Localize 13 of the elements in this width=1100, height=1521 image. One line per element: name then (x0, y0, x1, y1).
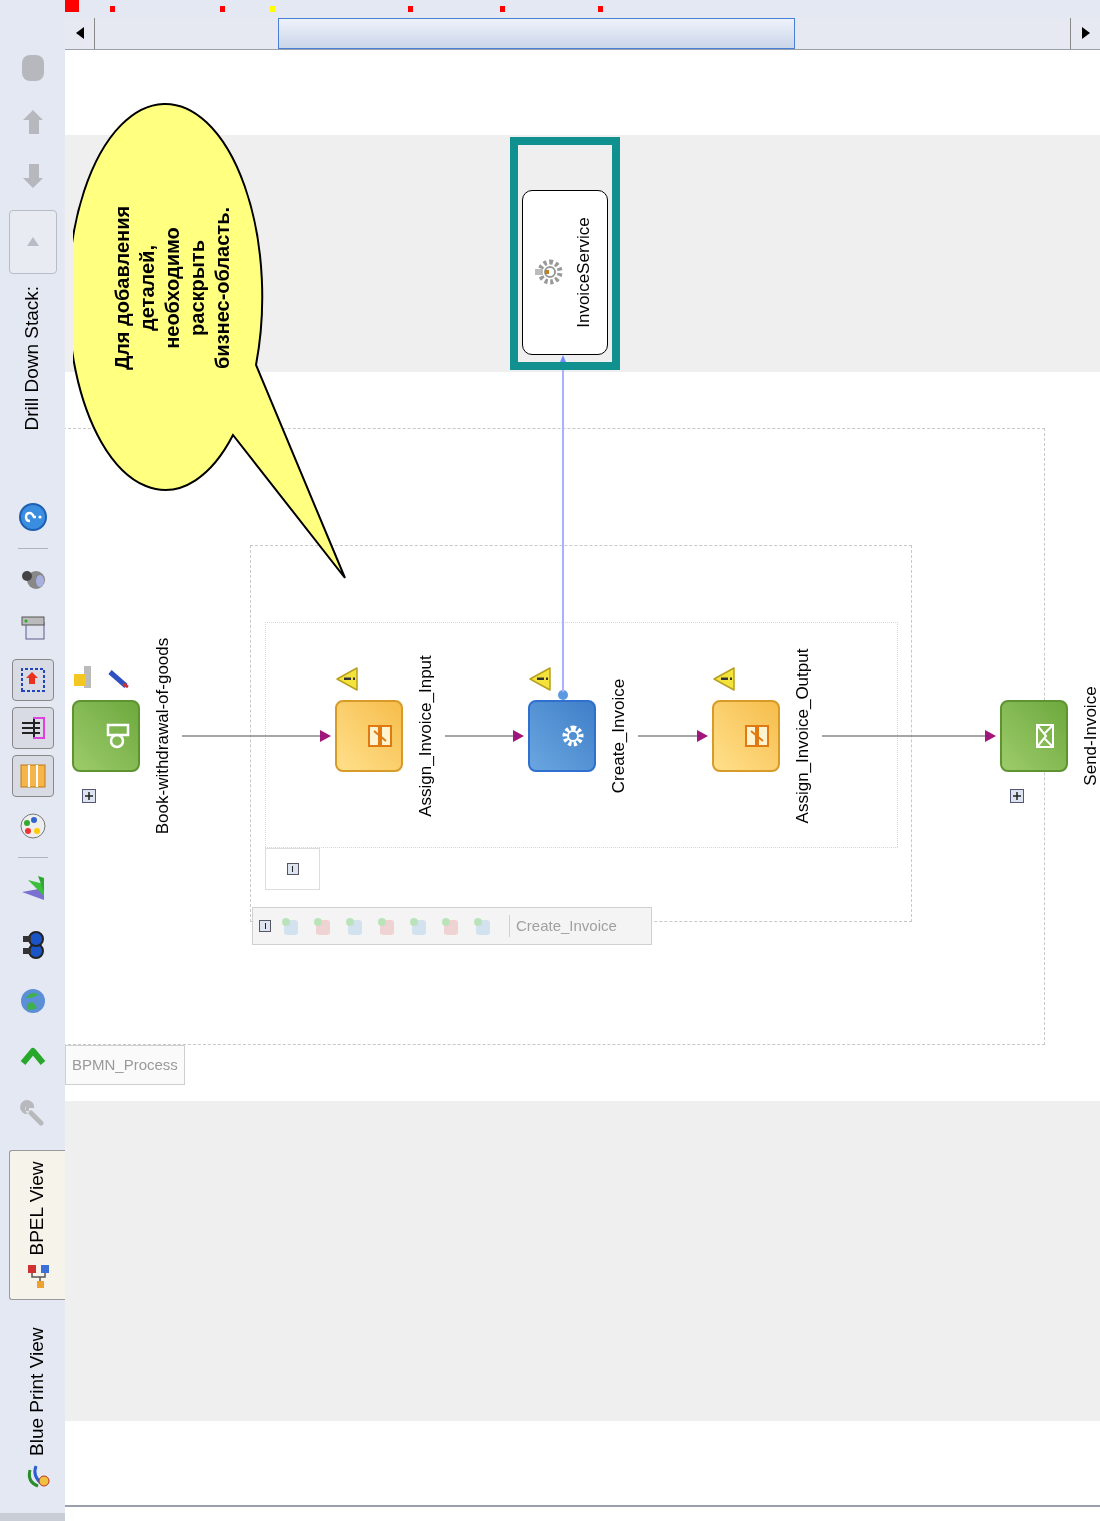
process-label: BPMN_Process (65, 1045, 185, 1085)
activity-label: Book-withdrawal-of-goods (152, 636, 172, 837)
view-tab[interactable]: BPEL View (9, 1150, 65, 1301)
service-node[interactable]: InvoiceService (522, 190, 608, 355)
scope-label: Create_Invoice (509, 914, 617, 938)
callout-text: Для добавления деталей, необходимо раскрыть бизнес-область. (110, 204, 234, 373)
service-label: InvoiceService (573, 217, 595, 328)
drill-down-label: Drill Down Stack: (20, 285, 44, 431)
activity-label: Assign_Invoice_Input (415, 654, 435, 819)
activity-label: Send-Invoice (1080, 685, 1100, 788)
view-tab[interactable]: Blue Print View (9, 1316, 65, 1501)
activity-label: Create_Invoice (608, 677, 628, 796)
activity-label: Assign_Invoice_Output (792, 647, 812, 826)
